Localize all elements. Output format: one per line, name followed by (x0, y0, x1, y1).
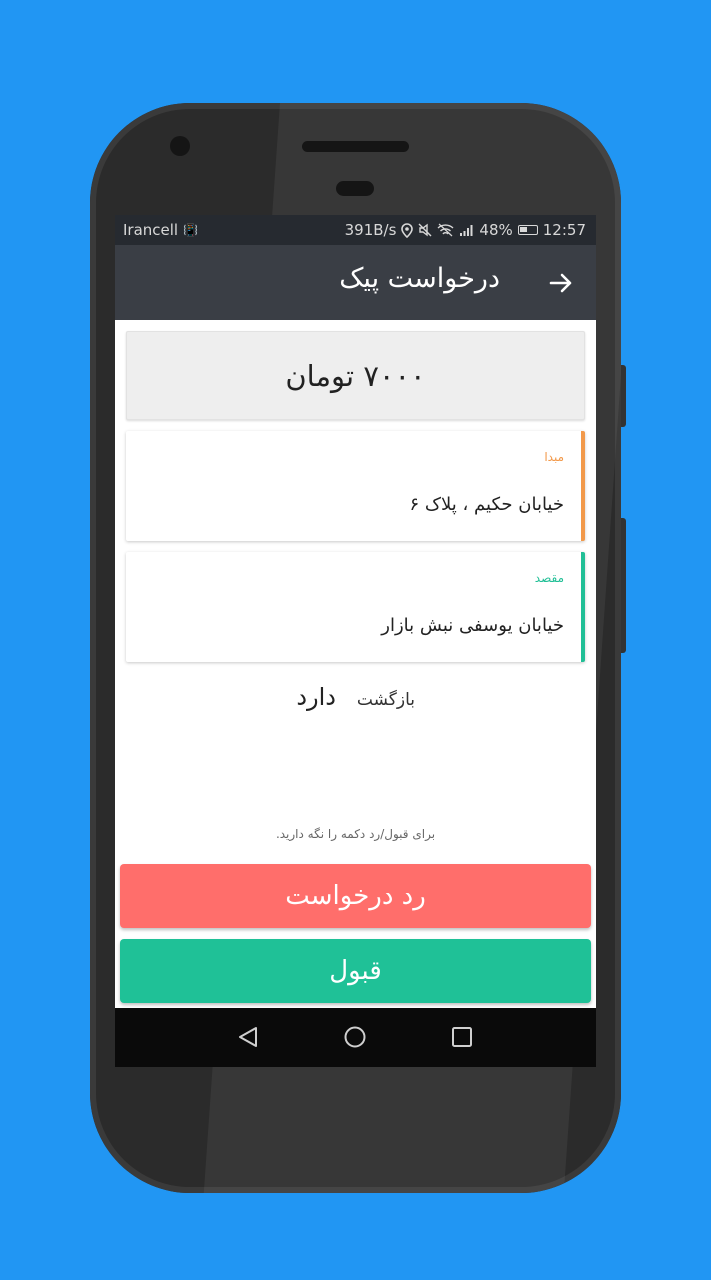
system-nav-bar (115, 1008, 596, 1067)
origin-address: خیابان حکیم ، پلاک ۶ (409, 494, 564, 515)
mute-icon (418, 223, 432, 237)
status-bar: Irancell 📳 391B/s 48% 12:57 (115, 215, 596, 245)
triangle-back-icon[interactable] (237, 1026, 259, 1048)
origin-tag: مبدا (544, 450, 564, 464)
price-card: ۷۰۰۰ تومان (126, 331, 585, 420)
wifi-icon (437, 223, 454, 237)
destination-card: مقصد خیابان یوسفی نبش بازار (126, 552, 585, 662)
vibrate-icon: 📳 (183, 223, 199, 237)
reject-button[interactable]: رد درخواست (120, 864, 591, 928)
location-icon (401, 222, 414, 238)
carrier-name: Irancell (123, 221, 179, 239)
battery-percent: 48% (479, 221, 513, 239)
proximity-sensor (336, 181, 374, 196)
origin-card: مبدا خیابان حکیم ، پلاک ۶ (126, 431, 585, 541)
network-speed: 391B/s (344, 221, 397, 239)
return-trip-value: دارد (296, 683, 336, 711)
circle-home-icon[interactable] (344, 1026, 366, 1048)
volume-button (621, 365, 626, 427)
return-trip-row: بازگشت دارد (115, 681, 596, 721)
hold-hint: برای قبول/رد دکمه را نگه دارید. (275, 827, 436, 841)
clock: 12:57 (542, 221, 586, 239)
power-button (621, 518, 626, 653)
app-bar: درخواست پیک (115, 245, 596, 320)
page-title: درخواست پیک (339, 263, 500, 294)
earpiece-speaker (302, 141, 409, 152)
signal-icon (460, 224, 473, 236)
destination-tag: مقصد (534, 571, 564, 585)
return-trip-label: بازگشت (356, 690, 415, 710)
destination-address: خیابان یوسفی نبش بازار (381, 615, 564, 636)
square-recents-icon[interactable] (451, 1026, 473, 1048)
accept-button[interactable]: قبول (120, 939, 591, 1003)
arrow-right-icon[interactable] (548, 270, 574, 296)
delivery-price: ۷۰۰۰ تومان (285, 358, 426, 393)
front-camera (170, 136, 190, 156)
app-screen: Irancell 📳 391B/s 48% 12:57 درخواست پیک … (115, 215, 596, 1067)
battery-icon (517, 225, 538, 235)
